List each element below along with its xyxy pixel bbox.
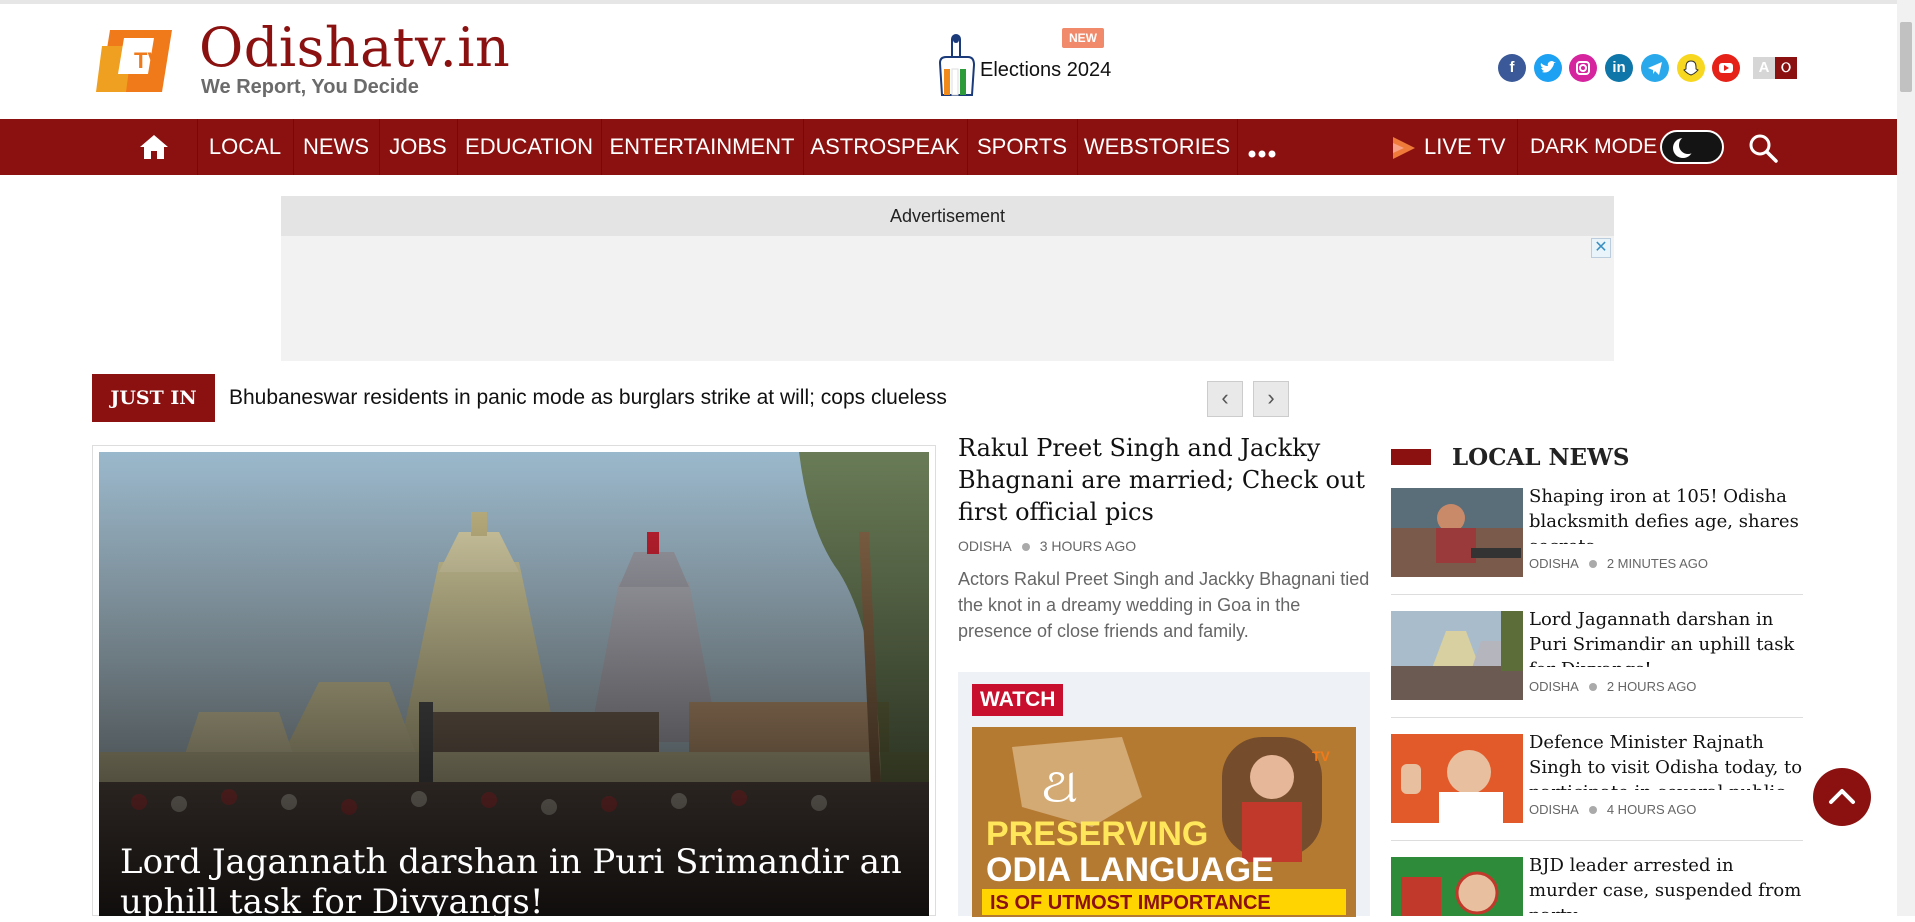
twitter-icon[interactable] [1534, 54, 1562, 82]
nav-astrospeak[interactable]: ASTROSPEAK [803, 119, 967, 175]
story-category[interactable]: ODISHA [1529, 556, 1579, 571]
more-menu-icon[interactable] [1248, 145, 1276, 158]
elections-2024-link[interactable]: Elections 2024 NEW [932, 28, 1112, 104]
local-news-thumbnail[interactable] [1391, 488, 1523, 577]
local-news-title[interactable]: Shaping iron at 105! Odisha blacksmith d… [1529, 484, 1803, 544]
local-news-title[interactable]: Defence Minister Rajnath Singh to visit … [1529, 730, 1803, 790]
nav-live-tv[interactable]: LIVE TV [1424, 119, 1510, 175]
top-story-meta: ODISHA 3 HOURS AGO [958, 538, 1136, 554]
voting-hand-icon [932, 33, 976, 99]
nav-sports[interactable]: SPORTS [967, 119, 1077, 175]
local-news-item[interactable]: BJD leader arrested in murder case, susp… [1391, 857, 1803, 916]
logo-name[interactable]: Odishatv.in [199, 16, 510, 79]
ad-close-button[interactable]: ✕ [1591, 238, 1611, 258]
local-news-item[interactable]: Shaping iron at 105! Odisha blacksmith d… [1391, 486, 1803, 598]
advertisement-slot: Advertisement ✕ [281, 196, 1614, 361]
story-time: 2 HOURS AGO [1606, 679, 1697, 694]
section-accent-bar [1391, 449, 1431, 465]
story-time: 2 MINUTES AGO [1606, 556, 1708, 571]
nav-news[interactable]: NEWS [293, 119, 379, 175]
linkedin-icon[interactable]: in [1605, 54, 1633, 82]
nav-webstories[interactable]: WEBSTORIES [1077, 119, 1237, 175]
local-news-thumbnail[interactable] [1391, 611, 1523, 700]
just-in-headline[interactable]: Bhubaneswar residents in panic mode as b… [229, 386, 947, 410]
instagram-icon[interactable] [1569, 54, 1597, 82]
story-category[interactable]: ODISHA [1529, 679, 1579, 694]
home-icon[interactable] [138, 133, 170, 161]
featured-story-title[interactable]: Lord Jagannath darshan in Puri Srimandir… [120, 842, 920, 922]
local-news-thumbnail[interactable] [1391, 857, 1523, 916]
story-category[interactable]: ODISHA [958, 538, 1012, 554]
story-time: 3 HOURS AGO [1039, 538, 1137, 554]
story-category[interactable]: ODISHA [1529, 802, 1579, 817]
scrollbar-thumb[interactable] [1900, 22, 1912, 92]
watch-thumb-line-3: IS OF UTMOST IMPORTANCE [990, 892, 1271, 914]
elections-label: Elections 2024 [980, 59, 1112, 81]
dark-mode-label: DARK MODE [1530, 135, 1658, 158]
scroll-to-top-button[interactable] [1813, 768, 1871, 826]
nav-education[interactable]: EDUCATION [457, 119, 601, 175]
language-toggle[interactable]: A ଠ [1753, 55, 1798, 79]
dark-mode-toggle[interactable] [1660, 130, 1724, 164]
watch-video-thumbnail[interactable]: ଥ TV PRESERVING ODIA LANGUAGE IS OF UTMO… [972, 727, 1356, 917]
main-navbar: LOCAL NEWS JOBS EDUCATION ENTERTAINMENT … [0, 119, 1897, 175]
new-badge: NEW [1062, 28, 1104, 48]
nav-local[interactable]: LOCAL [197, 119, 293, 175]
local-news-thumbnail[interactable] [1391, 734, 1523, 823]
nav-entertainment[interactable]: ENTERTAINMENT [601, 119, 803, 175]
local-news-meta: ODISHA 2 HOURS AGO [1529, 679, 1696, 694]
svg-text:ଥ: ଥ [1042, 758, 1078, 814]
logo-tagline: We Report, You Decide [201, 76, 419, 98]
english-language-option[interactable]: A [1753, 57, 1775, 79]
svg-text:TV: TV [134, 48, 162, 73]
top-story-title[interactable]: Rakul Preet Singh and Jackky Bhagnani ar… [958, 432, 1378, 528]
svg-text:TV: TV [1312, 748, 1331, 764]
local-news-meta: ODISHA 4 HOURS AGO [1529, 802, 1696, 817]
just-in-tag: JUST IN [92, 374, 215, 422]
ticker-prev-button[interactable]: ‹ [1207, 381, 1243, 417]
odia-language-option[interactable]: ଠ [1775, 57, 1797, 79]
watch-thumb-line-2: ODIA LANGUAGE [986, 851, 1274, 889]
search-icon[interactable] [1748, 133, 1778, 163]
ticker-next-button[interactable]: › [1253, 381, 1289, 417]
local-news-title[interactable]: BJD leader arrested in murder case, susp… [1529, 857, 1803, 913]
nav-jobs[interactable]: JOBS [379, 119, 457, 175]
moon-icon [1672, 136, 1697, 159]
local-news-heading[interactable]: LOCAL NEWS [1452, 444, 1630, 471]
top-border [0, 0, 1915, 4]
youtube-icon[interactable] [1712, 54, 1740, 82]
story-time: 4 HOURS AGO [1606, 802, 1697, 817]
page-scrollbar[interactable] [1897, 0, 1915, 916]
watch-thumb-line-1: PRESERVING [986, 815, 1208, 853]
logo-icon[interactable]: TV [92, 24, 178, 98]
local-news-item[interactable]: Lord Jagannath darshan in Puri Srimandir… [1391, 609, 1803, 721]
advertisement-label: Advertisement [281, 196, 1614, 236]
watch-label: WATCH [972, 684, 1064, 716]
watch-section: WATCH ଥ TV PRESERVING ODIA LANGUAGE IS O… [958, 672, 1370, 917]
local-news-title[interactable]: Lord Jagannath darshan in Puri Srimandir… [1529, 607, 1803, 667]
facebook-icon[interactable]: f [1498, 54, 1526, 82]
snapchat-icon[interactable] [1677, 54, 1705, 82]
live-tv-play-icon [1390, 135, 1416, 161]
top-story-description: Actors Rakul Preet Singh and Jackky Bhag… [958, 569, 1370, 641]
local-news-meta: ODISHA 2 MINUTES AGO [1529, 556, 1708, 571]
local-news-item[interactable]: Defence Minister Rajnath Singh to visit … [1391, 732, 1803, 844]
telegram-icon[interactable] [1641, 54, 1669, 82]
